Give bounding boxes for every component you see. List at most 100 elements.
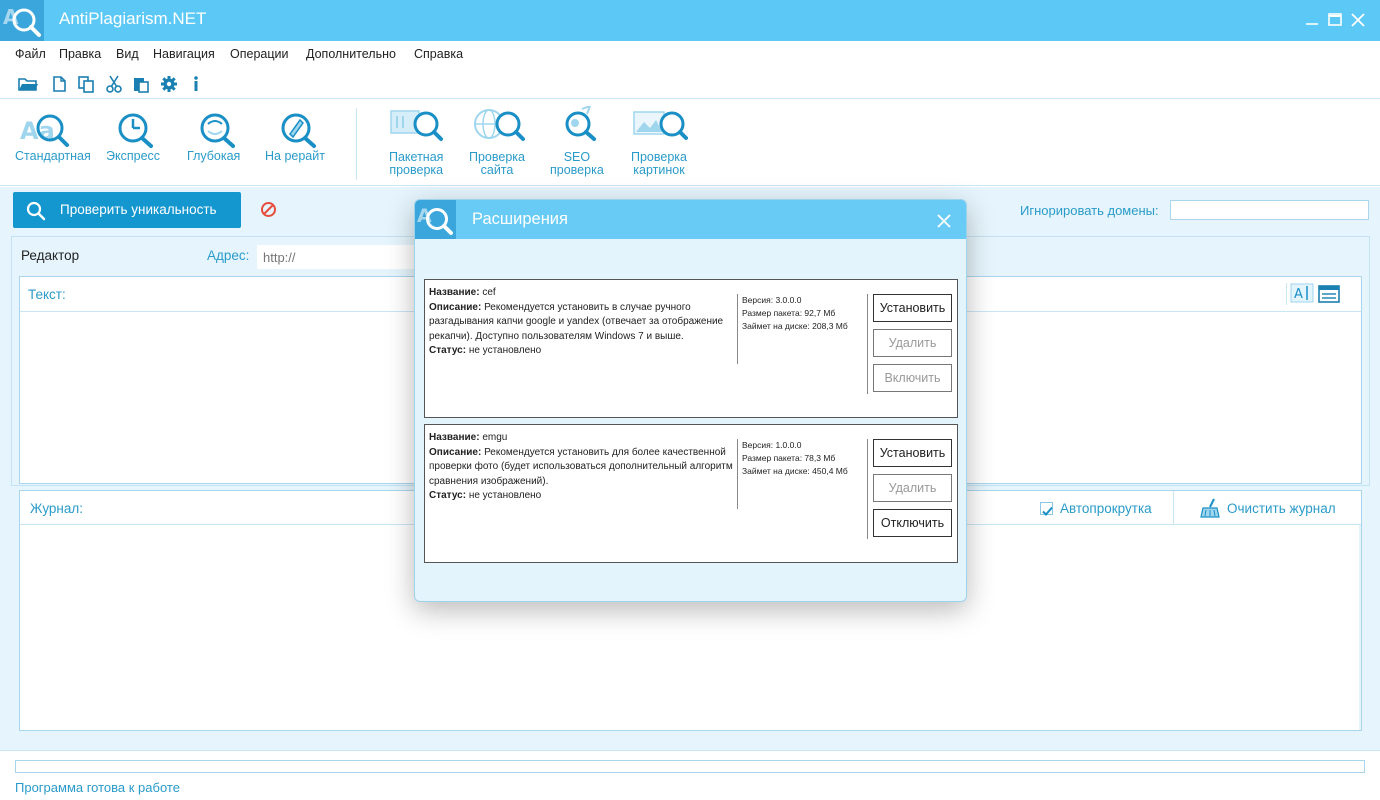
extension-meta: Версия: 3.0.0.0 Размер пакета: 92,7 Мб З… bbox=[742, 294, 848, 333]
deep-check-button[interactable]: Глубокая bbox=[183, 104, 247, 182]
remove-button[interactable]: Удалить bbox=[873, 329, 952, 357]
status-bar: Программа готова к работе bbox=[0, 750, 1380, 800]
standard-check-label: Стандартная bbox=[15, 149, 91, 163]
dialog-header: A Расширения bbox=[415, 200, 966, 239]
dialog-title: Расширения bbox=[472, 210, 568, 228]
extension-info: Название: emgu Описание: Рекомендуется у… bbox=[429, 431, 737, 504]
divider bbox=[867, 439, 868, 539]
extension-disk-size: Займет на диске: 208,3 Мб bbox=[742, 321, 848, 331]
autoscroll-checkbox[interactable] bbox=[1040, 502, 1053, 516]
extension-status: не установлено bbox=[468, 345, 542, 356]
address-label: Адрес: bbox=[207, 248, 250, 263]
express-check-icon bbox=[118, 113, 153, 148]
install-button[interactable]: Установить bbox=[873, 439, 952, 467]
batch-check-button[interactable]: Пакетная проверка bbox=[385, 104, 449, 182]
menu-view[interactable]: Вид bbox=[116, 47, 139, 61]
batch-check-icon bbox=[390, 110, 443, 141]
extension-disk-size: Займет на диске: 450,4 Мб bbox=[742, 466, 848, 476]
express-check-button[interactable]: Экспресс bbox=[100, 104, 170, 182]
standard-check-button[interactable]: Aa Стандартная bbox=[12, 104, 94, 182]
clear-journal-label: Очистить журнал bbox=[1227, 501, 1336, 516]
enable-button[interactable]: Включить bbox=[873, 364, 952, 392]
svg-text:A: A bbox=[1294, 287, 1303, 302]
standard-check-icon: Aa bbox=[20, 114, 69, 147]
menu-edit[interactable]: Правка bbox=[59, 47, 101, 61]
cut-icon[interactable] bbox=[105, 75, 123, 93]
check-uniqueness-button[interactable]: Проверить уникальность bbox=[13, 192, 241, 228]
extension-status: не установлено bbox=[468, 490, 542, 501]
dialog-close-icon[interactable] bbox=[937, 213, 951, 228]
extensions-dialog: A Расширения Название: cef Описание: Рек… bbox=[414, 199, 967, 602]
open-folder-icon[interactable] bbox=[18, 75, 38, 93]
express-check-label: Экспресс bbox=[106, 149, 161, 163]
info-icon[interactable] bbox=[188, 75, 206, 93]
seo-check-icon bbox=[565, 106, 596, 141]
divider bbox=[737, 294, 738, 364]
extension-card-emgu: Название: emgu Описание: Рекомендуется у… bbox=[424, 424, 958, 563]
install-button[interactable]: Установить bbox=[873, 294, 952, 322]
stop-icon[interactable] bbox=[260, 201, 277, 218]
ribbon-separator bbox=[356, 108, 357, 180]
rewrite-check-label: На рерайт bbox=[265, 149, 325, 163]
menu-file[interactable]: Файл bbox=[15, 47, 46, 61]
copy-icon[interactable] bbox=[77, 75, 95, 93]
ignore-domains-label: Игнорировать домены: bbox=[1020, 203, 1159, 218]
menu-help[interactable]: Справка bbox=[414, 47, 463, 61]
ribbon: Aa Стандартная Экспресс Глубокая На рера… bbox=[0, 100, 1380, 186]
extension-name: cef bbox=[482, 287, 496, 298]
menu-navigation[interactable]: Навигация bbox=[153, 47, 215, 61]
checkmark-icon bbox=[1042, 506, 1053, 516]
text-format-icon[interactable]: A bbox=[1286, 283, 1314, 305]
rewrite-check-button[interactable]: На рерайт bbox=[262, 104, 332, 182]
image-check-icon bbox=[633, 111, 688, 140]
status-label: Статус: bbox=[429, 345, 467, 356]
extension-version: Версия: 1.0.0.0 bbox=[742, 440, 802, 450]
name-label: Название: bbox=[429, 432, 480, 443]
close-icon[interactable] bbox=[1348, 10, 1368, 30]
image-check-button[interactable]: Проверка картинок bbox=[628, 104, 694, 182]
name-label: Название: bbox=[429, 287, 480, 298]
seo-check-button[interactable]: SEO проверка bbox=[548, 104, 612, 182]
site-check-button[interactable]: Проверка сайта bbox=[467, 104, 531, 182]
divider bbox=[737, 439, 738, 509]
disable-button[interactable]: Отключить bbox=[873, 509, 952, 537]
status-text: Программа готова к работе bbox=[15, 780, 180, 795]
site-check-label: Проверка сайта bbox=[469, 150, 525, 177]
paste-icon[interactable] bbox=[132, 75, 150, 93]
extension-card-cef: Название: cef Описание: Рекомендуется ус… bbox=[424, 279, 958, 418]
description-label: Описание: bbox=[429, 446, 482, 458]
extension-meta: Версия: 1.0.0.0 Размер пакета: 78,3 Мб З… bbox=[742, 439, 848, 478]
title-bar: A AntiPlagiarism.NET bbox=[0, 0, 1380, 41]
remove-button[interactable]: Удалить bbox=[873, 474, 952, 502]
search-icon bbox=[26, 201, 46, 221]
ignore-domains-input[interactable] bbox=[1170, 200, 1369, 220]
rewrite-check-icon bbox=[281, 113, 316, 148]
maximize-icon[interactable] bbox=[1325, 10, 1345, 30]
editor-tab[interactable]: Редактор bbox=[21, 248, 79, 263]
app-logo-icon: A bbox=[0, 0, 44, 41]
dialog-logo-icon: A bbox=[415, 200, 456, 239]
text-list-icon[interactable] bbox=[1318, 285, 1340, 303]
menu-additional[interactable]: Дополнительно bbox=[306, 47, 396, 61]
broom-icon bbox=[1200, 498, 1220, 518]
autoscroll-label: Автопрокрутка bbox=[1060, 501, 1152, 516]
batch-check-label: Пакетная проверка bbox=[389, 150, 444, 177]
deep-check-label: Глубокая bbox=[187, 149, 241, 163]
app-title: AntiPlagiarism.NET bbox=[59, 9, 207, 28]
journal-separator bbox=[1173, 491, 1174, 525]
extension-package-size: Размер пакета: 78,3 Мб bbox=[742, 453, 836, 463]
extension-name: emgu bbox=[482, 432, 508, 443]
status-label: Статус: bbox=[429, 490, 467, 501]
divider bbox=[867, 294, 868, 394]
new-file-icon[interactable] bbox=[50, 75, 68, 93]
seo-check-label: SEO проверка bbox=[550, 150, 604, 177]
menu-operations[interactable]: Операции bbox=[230, 47, 288, 61]
extension-info: Название: cef Описание: Рекомендуется ус… bbox=[429, 286, 737, 359]
settings-gear-icon[interactable] bbox=[160, 75, 178, 93]
text-label: Текст: bbox=[28, 287, 66, 302]
journal-label: Журнал: bbox=[30, 501, 84, 516]
deep-check-icon bbox=[200, 113, 235, 148]
minimize-icon[interactable] bbox=[1302, 10, 1322, 30]
description-label: Описание: bbox=[429, 301, 482, 313]
menu-bar: Файл Правка Вид Навигация Операции Допол… bbox=[0, 41, 1380, 68]
